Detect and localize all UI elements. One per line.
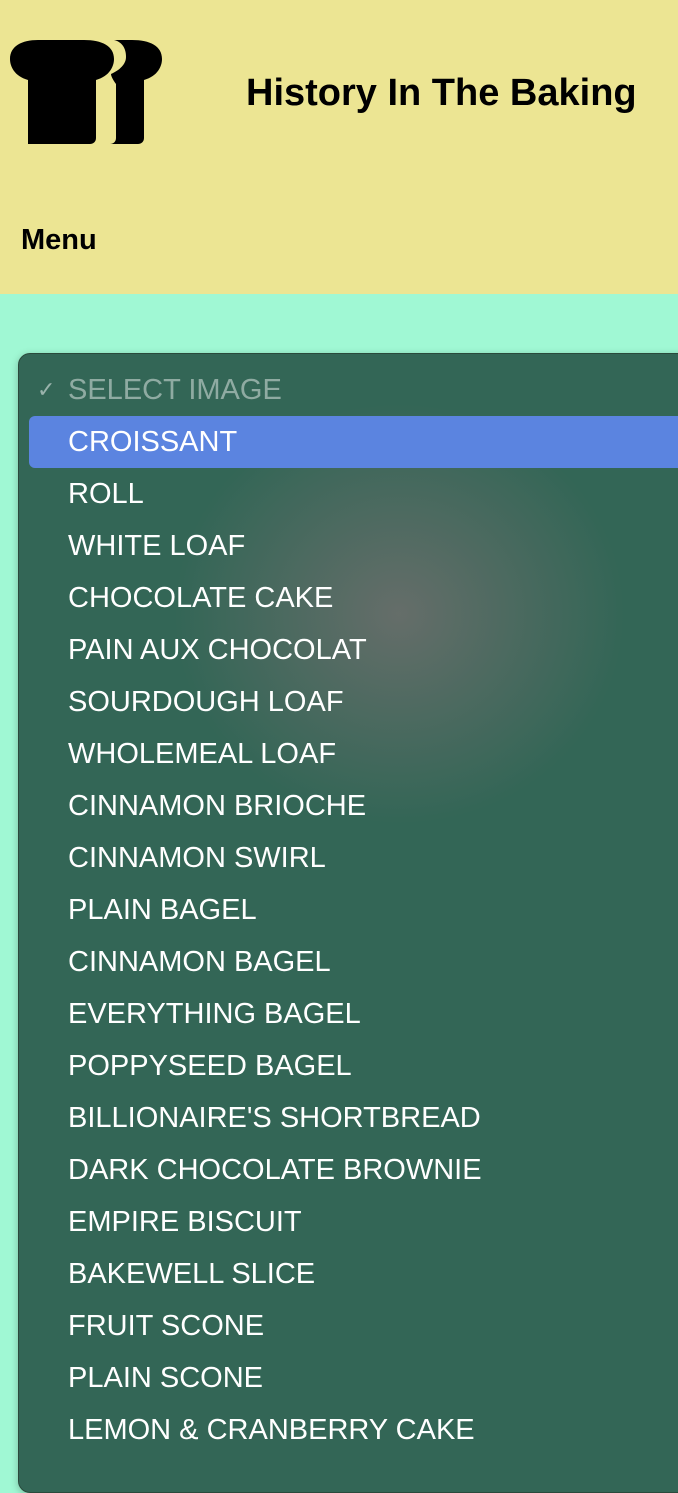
dropdown-option[interactable]: PLAIN SCONE xyxy=(29,1352,678,1404)
dropdown-option[interactable]: EVERYTHING BAGEL xyxy=(29,988,678,1040)
option-label: CHOCOLATE CAKE xyxy=(68,582,334,614)
option-label: PAIN AUX CHOCOLAT xyxy=(68,634,367,666)
dropdown-option[interactable]: PAIN AUX CHOCOLAT xyxy=(29,624,678,676)
menu-button[interactable]: Menu xyxy=(21,224,97,257)
dropdown-option[interactable]: BAKEWELL SLICE xyxy=(29,1248,678,1300)
dropdown-option[interactable]: CINNAMON SWIRL xyxy=(29,832,678,884)
option-label: WHOLEMEAL LOAF xyxy=(68,738,337,770)
option-label: CINNAMON SWIRL xyxy=(68,842,326,874)
option-label: CINNAMON BRIOCHE xyxy=(68,790,367,822)
dropdown-option[interactable]: EMPIRE BISCUIT xyxy=(29,1196,678,1248)
option-label: ROLL xyxy=(68,478,144,510)
dropdown-option[interactable]: CHOCOLATE CAKE xyxy=(29,572,678,624)
option-label: FRUIT SCONE xyxy=(68,1310,265,1342)
option-label: LEMON & CRANBERRY CAKE xyxy=(68,1414,475,1446)
checkmark-icon: ✓ xyxy=(37,377,56,402)
dropdown-option[interactable]: BILLIONAIRE'S SHORTBREAD xyxy=(29,1092,678,1144)
image-select-dropdown[interactable]: ✓ SELECT IMAGE CROISSANT ROLL WHITE LOAF… xyxy=(18,353,678,1493)
dropdown-option[interactable]: PLAIN BAGEL xyxy=(29,884,678,936)
option-label: CROISSANT xyxy=(68,426,238,458)
dropdown-option[interactable]: CINNAMON BAGEL xyxy=(29,936,678,988)
dropdown-option[interactable]: LEMON & CRANBERRY CAKE xyxy=(29,1404,678,1456)
option-label: PLAIN SCONE xyxy=(68,1362,263,1394)
option-label: BAKEWELL SLICE xyxy=(68,1258,316,1290)
dropdown-option[interactable]: CROISSANT xyxy=(29,416,678,468)
option-label: EMPIRE BISCUIT xyxy=(68,1206,302,1238)
option-label: SELECT IMAGE xyxy=(68,374,282,406)
option-label: SOURDOUGH LOAF xyxy=(68,686,344,718)
site-title: History In The Baking xyxy=(246,72,637,114)
site-header: History In The Baking Menu xyxy=(0,0,678,294)
option-label: DARK CHOCOLATE BROWNIE xyxy=(68,1154,482,1186)
dropdown-option[interactable]: WHOLEMEAL LOAF xyxy=(29,728,678,780)
option-label: EVERYTHING BAGEL xyxy=(68,998,361,1030)
dropdown-option[interactable]: POPPYSEED BAGEL xyxy=(29,1040,678,1092)
option-label: BILLIONAIRE'S SHORTBREAD xyxy=(68,1102,481,1134)
option-label: WHITE LOAF xyxy=(68,530,246,562)
dropdown-option[interactable]: FRUIT SCONE xyxy=(29,1300,678,1352)
dropdown-option[interactable]: CINNAMON BRIOCHE xyxy=(29,780,678,832)
option-label: CINNAMON BAGEL xyxy=(68,946,331,978)
option-label: PLAIN BAGEL xyxy=(68,894,257,926)
dropdown-option[interactable]: ROLL xyxy=(29,468,678,520)
dropdown-option[interactable]: WHITE LOAF xyxy=(29,520,678,572)
dropdown-option[interactable]: SOURDOUGH LOAF xyxy=(29,676,678,728)
option-label: POPPYSEED BAGEL xyxy=(68,1050,352,1082)
dropdown-option[interactable]: DARK CHOCOLATE BROWNIE xyxy=(29,1144,678,1196)
bread-loaf-icon[interactable] xyxy=(10,38,166,146)
dropdown-option-placeholder[interactable]: ✓ SELECT IMAGE xyxy=(29,364,678,416)
